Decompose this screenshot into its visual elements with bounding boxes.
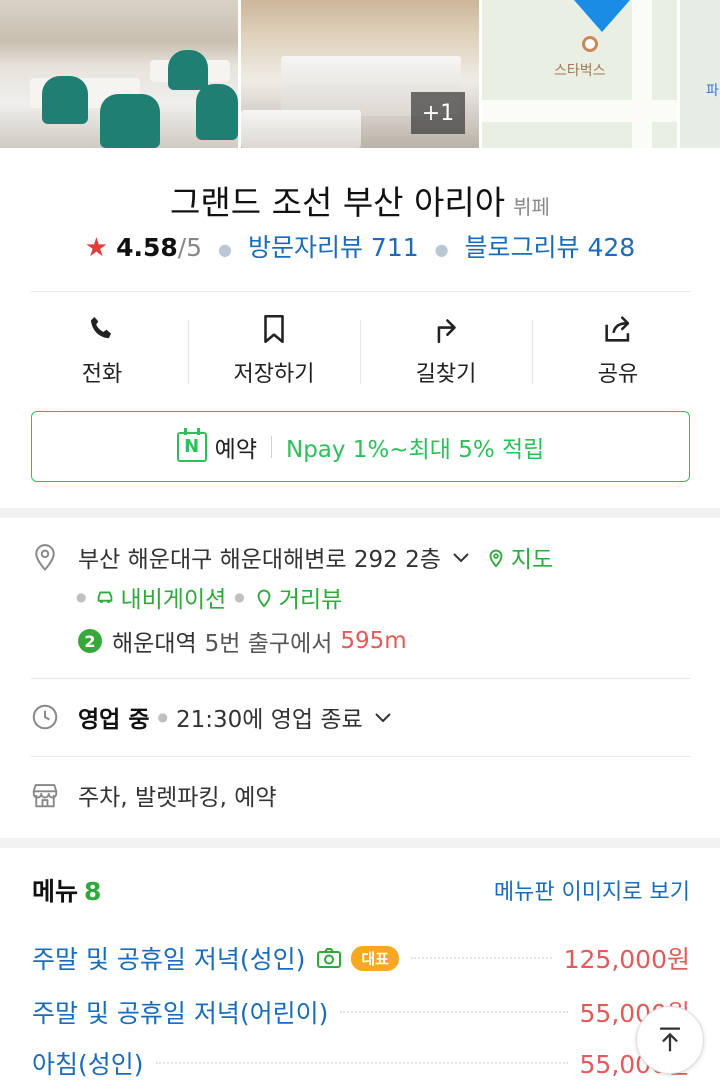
car-icon xyxy=(98,591,113,604)
close-time: 21:30에 영업 종료 xyxy=(175,707,363,733)
star-icon: ★ xyxy=(84,233,109,263)
separator-dot: ● xyxy=(434,239,449,259)
reserve-separator xyxy=(270,435,272,458)
reserve-button[interactable]: N 예약 Npay 1%~최대 5% 적립 xyxy=(31,411,690,482)
menu-title-wrap: 메뉴 8 xyxy=(32,872,101,908)
arrow-up-icon xyxy=(660,1027,680,1052)
divider xyxy=(31,291,690,292)
place-category: 뷔페 xyxy=(513,195,550,219)
divider xyxy=(31,756,690,757)
call-label: 전화 xyxy=(81,362,123,387)
place-header: 그랜드 조선 부산 아리아 뷔페 xyxy=(0,176,720,224)
dotted-leader xyxy=(340,1011,568,1013)
place-name: 그랜드 조선 부산 아리아 xyxy=(170,183,506,222)
address-row: 부산 해운대구 해운대해변로 292 2층 지도 xyxy=(30,540,553,574)
share-icon xyxy=(605,316,630,342)
address-text: 부산 해운대구 해운대해변로 292 2층 xyxy=(78,547,441,573)
menu-item-name: 주말 및 공휴일 저녁(어린이) xyxy=(32,999,329,1028)
photo-buffet-counter[interactable]: +1 xyxy=(241,0,479,148)
distance-text: 595m xyxy=(340,628,407,654)
separator-dot: ● xyxy=(76,590,87,604)
map-thumbnail[interactable]: 스타벅스 xyxy=(482,0,677,148)
chevron-down-icon[interactable] xyxy=(449,545,473,569)
separator-dot: ● xyxy=(157,710,168,724)
location-pin-icon xyxy=(574,0,630,32)
call-button[interactable]: 전화 xyxy=(16,312,188,388)
rating-max: /5 xyxy=(177,233,203,262)
save-button[interactable]: 저장하기 xyxy=(188,312,360,388)
map-poi-label: 스타벅스 xyxy=(554,63,606,79)
menu-header: 메뉴 8 메뉴판 이미지로 보기 xyxy=(32,872,690,908)
menu-item[interactable]: 주말 및 공휴일 저녁(어린이) 55,000원 xyxy=(32,994,690,1030)
menu-item-price: 125,000원 xyxy=(563,945,690,974)
naver-booking-icon: N xyxy=(176,427,207,462)
starbucks-poi-icon xyxy=(582,36,598,52)
amenities-row: 주차, 발렛파킹, 예약 xyxy=(30,778,277,812)
hours-row[interactable]: 영업 중 ● 21:30에 영업 종료 xyxy=(30,700,395,734)
separator-dot: ● xyxy=(218,239,233,259)
photo-restaurant-interior[interactable] xyxy=(0,0,238,148)
action-bar: 전화 저장하기 길찾기 공유 xyxy=(16,312,704,388)
reserve-label: 예약 xyxy=(214,436,257,463)
rating-row: ★ 4.58/5 ● 방문자리뷰 711 ● 블로그리뷰 428 xyxy=(0,228,720,264)
exit-text: 5번 출구에서 xyxy=(204,631,333,657)
navigation-link[interactable]: 내비게이션 xyxy=(120,580,226,614)
navigation-row: ● 내비게이션 ● 거리뷰 xyxy=(76,580,342,614)
subway-row: 2 해운대역 5번 출구에서 595m xyxy=(78,624,407,658)
station-name: 해운대역 xyxy=(112,631,197,657)
directions-icon xyxy=(437,319,456,344)
bookmark-icon xyxy=(264,314,284,344)
clock-icon xyxy=(32,704,58,730)
photo-strip: +1 스타벅스 파 xyxy=(0,0,720,148)
camera-icon xyxy=(317,948,342,968)
menu-item[interactable]: 아침(성인) 55,000원 xyxy=(32,1045,690,1080)
menu-item-name: 아침(성인) xyxy=(32,1050,144,1079)
menu-item-name: 주말 및 공휴일 저녁(성인) xyxy=(32,945,306,974)
rating-score: 4.58 xyxy=(116,233,178,262)
share-label: 공유 xyxy=(597,362,639,387)
phone-icon xyxy=(90,316,112,339)
divider xyxy=(31,678,690,679)
more-photos-badge[interactable]: +1 xyxy=(411,92,465,134)
menu-count: 8 xyxy=(84,877,102,906)
open-status: 영업 중 xyxy=(78,707,150,733)
amenities-text: 주차, 발렛파킹, 예약 xyxy=(78,785,277,811)
menu-item[interactable]: 주말 및 공휴일 저녁(성인) 대표 125,000원 xyxy=(32,940,690,976)
npay-point-text: Npay 1%~최대 5% 적립 xyxy=(285,436,545,463)
directions-button[interactable]: 길찾기 xyxy=(360,312,532,388)
chevron-down-icon[interactable] xyxy=(371,705,395,729)
save-label: 저장하기 xyxy=(233,362,315,387)
menu-board-link[interactable]: 메뉴판 이미지로 보기 xyxy=(494,874,690,906)
map-edge-label: 파 xyxy=(706,83,719,99)
map-thumbnail-edge: 파 xyxy=(680,0,720,148)
directions-label: 길찾기 xyxy=(415,362,477,387)
visitor-reviews-link[interactable]: 방문자리뷰 711 xyxy=(248,233,419,262)
section-divider xyxy=(0,838,720,848)
map-pin-icon xyxy=(489,549,503,568)
scroll-to-top-button[interactable] xyxy=(636,1006,704,1074)
subway-line-badge: 2 xyxy=(78,629,102,653)
streetview-link[interactable]: 거리뷰 xyxy=(279,580,342,614)
section-divider xyxy=(0,508,720,518)
map-link[interactable]: 지도 xyxy=(511,540,553,574)
menu-title: 메뉴 xyxy=(32,877,79,906)
location-icon xyxy=(35,544,55,571)
share-button[interactable]: 공유 xyxy=(532,312,704,388)
blog-reviews-link[interactable]: 블로그리뷰 428 xyxy=(465,233,636,262)
streetview-pin-icon xyxy=(257,589,271,608)
separator-dot: ● xyxy=(234,590,245,604)
store-icon xyxy=(32,784,58,808)
dotted-leader xyxy=(410,957,552,959)
dotted-leader xyxy=(155,1062,568,1064)
signature-badge: 대표 xyxy=(351,945,399,971)
